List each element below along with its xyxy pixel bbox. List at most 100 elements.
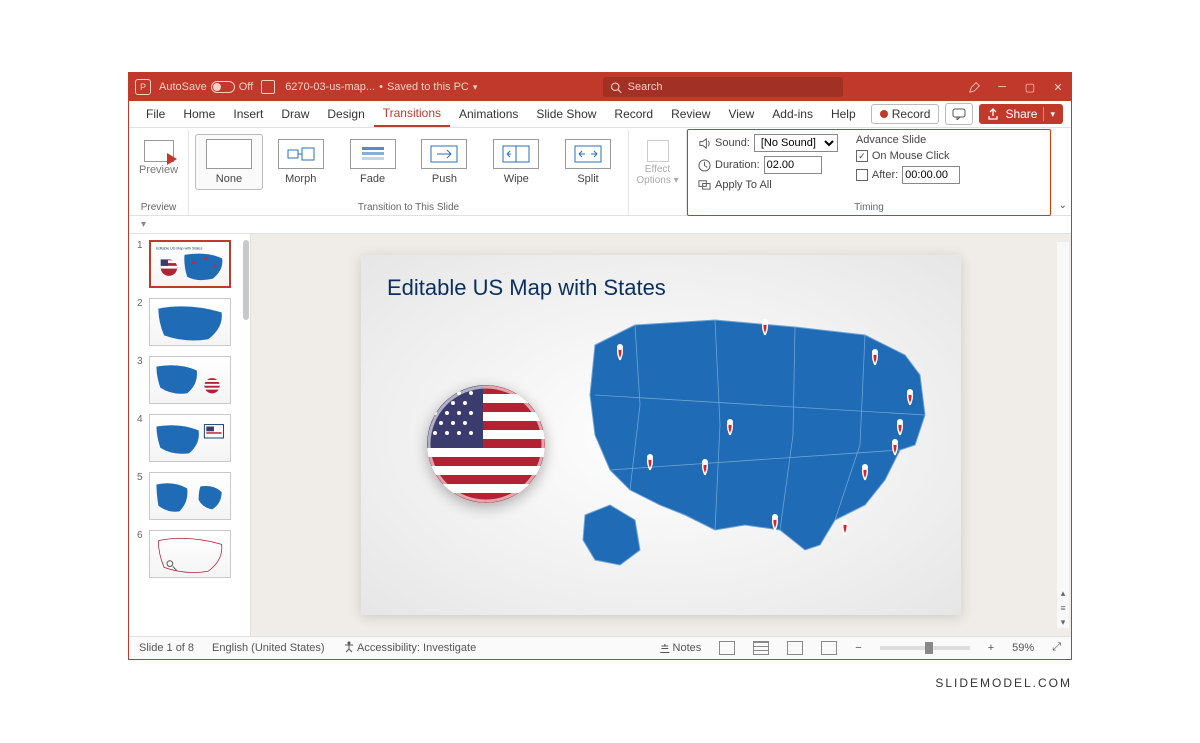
menu-bar: File Home Insert Draw Design Transitions… [129,101,1071,128]
ribbon-collapse-button[interactable]: ⌄ [1059,200,1067,211]
apply-all-icon [698,178,711,191]
zoom-slider[interactable] [880,646,970,650]
menu-review[interactable]: Review [662,101,719,127]
menu-design[interactable]: Design [318,101,373,127]
menu-record[interactable]: Record [605,101,662,127]
thumbnail-3[interactable]: 3 [137,356,248,404]
menu-view[interactable]: View [719,101,763,127]
svg-text:Editable US Map with States: Editable US Map with States [156,246,203,250]
preview-group-label: Preview [141,200,177,215]
normal-view-button[interactable] [719,641,735,655]
transitions-group-label: Transition to This Slide [195,200,622,215]
transition-push[interactable]: Push [410,134,478,190]
menu-transitions[interactable]: Transitions [374,101,450,127]
thumbnail-6[interactable]: 6 [137,530,248,578]
share-icon [987,108,999,120]
language-status[interactable]: English (United States) [212,642,325,654]
menu-help[interactable]: Help [822,101,865,127]
menu-insert[interactable]: Insert [224,101,272,127]
toggle-icon [211,81,235,93]
transition-morph[interactable]: Morph [267,134,335,190]
sound-row: Sound: [No Sound] [698,134,838,152]
notes-button[interactable]: ≐ Notes [660,641,701,654]
checkbox-icon [856,169,868,181]
thumbnail-1[interactable]: 1Editable US Map with States [137,240,248,288]
on-mouse-click-checkbox[interactable]: ✓On Mouse Click [856,150,960,162]
autosave-state: Off [239,81,253,93]
canvas-scrollbar[interactable]: ▴≡▾ [1057,242,1069,628]
zoom-out-button[interactable]: − [855,642,861,654]
transition-fade[interactable]: Fade [339,134,407,190]
fit-to-window-button[interactable]: ⤢ [1052,641,1061,654]
preview-label: Preview [139,164,178,176]
autosave-label: AutoSave [159,81,207,93]
reading-view-button[interactable] [787,641,803,655]
search-input[interactable] [628,81,836,93]
menu-draw[interactable]: Draw [272,101,318,127]
transition-wipe[interactable]: Wipe [482,134,550,190]
menu-slideshow[interactable]: Slide Show [527,101,605,127]
slide-counter: Slide 1 of 8 [139,642,194,654]
slide[interactable]: Editable US Map with States [361,255,961,615]
autosave-toggle[interactable]: AutoSave Off [159,81,253,93]
zoom-value: 59% [1012,642,1034,654]
thumbnail-2[interactable]: 2 [137,298,248,346]
share-button[interactable]: Share▾ [979,104,1063,124]
clock-icon [698,159,711,172]
thumbnail-5[interactable]: 5 [137,472,248,520]
comments-button[interactable] [945,103,973,125]
preview-group: Preview Preview [129,130,189,215]
menu-animations[interactable]: Animations [450,101,527,127]
chevron-down-icon: ▾ [473,82,478,93]
zoom-in-button[interactable]: + [988,642,994,654]
sorter-view-button[interactable] [753,641,769,655]
accessibility-icon [343,641,355,653]
minimize-button[interactable]: ─ [995,80,1009,94]
transition-none[interactable]: None [195,134,263,190]
effect-options-button [647,140,669,162]
slide-title: Editable US Map with States [387,275,666,301]
pen-icon[interactable] [968,81,981,94]
file-name: 6270-03-us-map... [285,81,375,93]
timing-group-label: Timing [698,200,1040,215]
us-flag-badge [427,385,545,503]
record-button[interactable]: Record [871,104,940,124]
sound-select[interactable]: [No Sound] [754,134,838,152]
menu-file[interactable]: File [137,101,174,127]
apply-all-button[interactable]: Apply To All [698,178,838,191]
preview-button[interactable] [144,140,174,162]
qat-dropdown[interactable]: ▾ [141,219,146,230]
us-map [565,305,945,585]
menu-addins[interactable]: Add-ins [763,101,822,127]
sound-icon [698,137,711,150]
close-button[interactable]: ✕ [1051,80,1065,94]
ribbon: Preview Preview None Morph Fade Push Wip… [129,128,1071,216]
duration-input[interactable] [764,156,822,174]
thumbnail-panel: 1Editable US Map with States 2 3 4 5 6 [129,234,251,636]
chevron-down-icon: ▾ [1050,109,1055,120]
app-window: P AutoSave Off 6270-03-us-map... • Saved… [128,72,1072,660]
save-icon[interactable] [261,80,275,94]
quick-access-row: ▾ [129,216,1071,234]
accessibility-status[interactable]: Accessibility: Investigate [343,641,477,654]
duration-row: Duration: [698,156,838,174]
slideshow-view-button[interactable] [821,641,837,655]
slide-canvas[interactable]: Editable US Map with States [251,234,1071,636]
thumbnail-4[interactable]: 4 [137,414,248,462]
after-checkbox[interactable]: After: [856,166,960,184]
effect-options-group: EffectOptions ▾ [629,130,687,215]
search-box[interactable] [603,77,843,97]
transition-split[interactable]: Split [554,134,622,190]
after-input[interactable] [902,166,960,184]
save-status[interactable]: • Saved to this PC ▾ [379,81,477,93]
thumbnail-scrollbar[interactable] [243,240,249,320]
menu-home[interactable]: Home [174,101,224,127]
checkbox-checked-icon: ✓ [856,150,868,162]
search-icon [610,81,622,94]
timing-group: Sound: [No Sound] Duration: Apply To All… [687,129,1051,216]
maximize-button[interactable]: ▢ [1023,80,1037,94]
app-icon: P [135,79,151,95]
transitions-group: None Morph Fade Push Wipe Split Transiti… [189,130,629,215]
work-area: 1Editable US Map with States 2 3 4 5 6 E… [129,234,1071,636]
record-dot-icon [880,110,888,118]
